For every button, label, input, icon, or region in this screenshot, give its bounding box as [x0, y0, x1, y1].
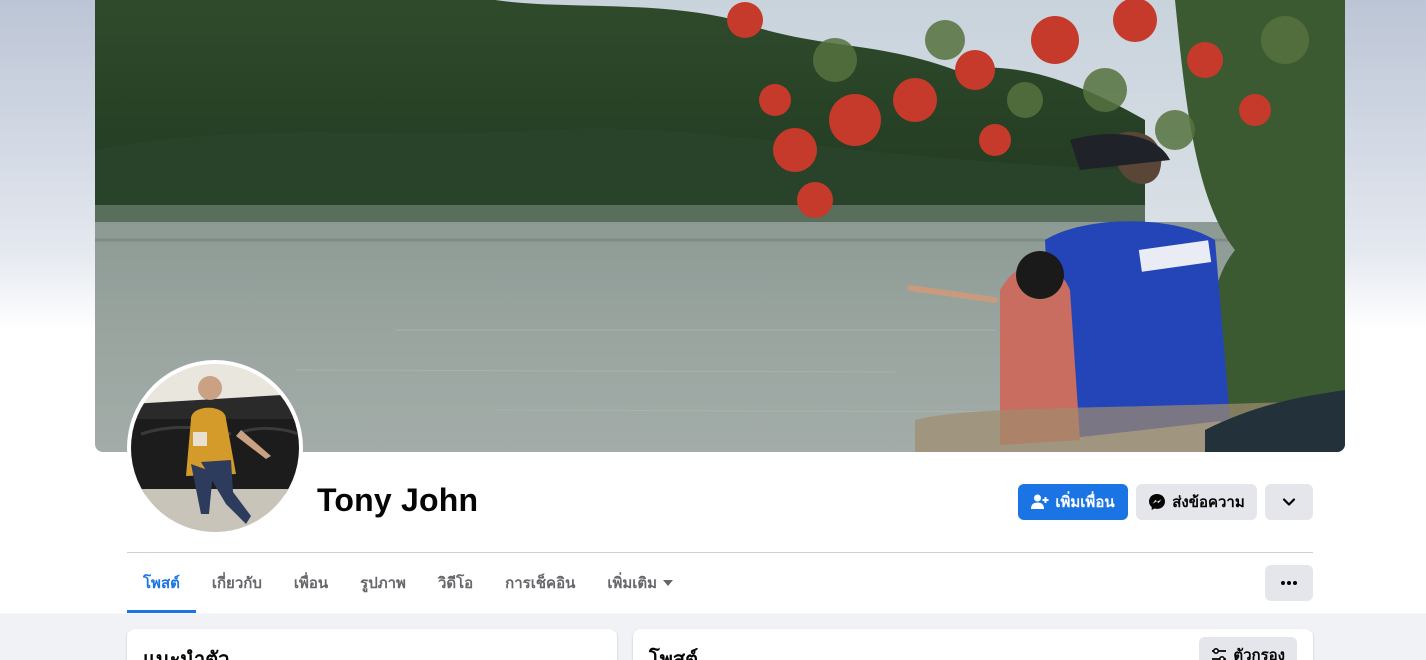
filter-label: ตัวกรอง [1233, 647, 1285, 660]
message-button[interactable]: ส่งข้อความ [1136, 484, 1257, 520]
tab-label: การเช็คอิน [505, 575, 576, 592]
tab-label: เพิ่มเติม [607, 575, 658, 592]
ellipsis-icon [1281, 581, 1297, 585]
tab-label: วิดีโอ [437, 575, 474, 592]
add-person-icon [1031, 494, 1049, 509]
posts-title: โพสต์ [649, 649, 699, 660]
messenger-icon [1149, 494, 1166, 510]
intro-title: แนะนำตัว [143, 649, 230, 660]
caret-down-icon [663, 580, 674, 586]
tab-friends[interactable]: เพื่อน [278, 553, 344, 613]
cover-photo-image [95, 0, 1345, 452]
message-label: ส่งข้อความ [1172, 494, 1245, 511]
add-friend-button[interactable]: เพิ่มเพื่อน [1018, 484, 1128, 520]
filter-button[interactable]: ตัวกรอง [1199, 637, 1297, 660]
chevron-down-icon [1282, 498, 1296, 506]
profile-name: Tony John [317, 482, 479, 518]
profile-picture[interactable] [127, 360, 303, 536]
posts-card: โพสต์ ตัวกรอง [633, 629, 1313, 660]
tab-posts[interactable]: โพสต์ [127, 553, 196, 613]
tab-photos[interactable]: รูปภาพ [344, 553, 422, 613]
tab-checkins[interactable]: การเช็คอิน [489, 553, 591, 613]
profile-header: Tony John เพิ่มเพื่อน ส่งข้อความ โพสต์ เ… [0, 0, 1426, 614]
profile-tabs: โพสต์ เกี่ยวกับ เพื่อน รูปภาพ วิดีโอ การ… [127, 553, 689, 613]
tab-label: เกี่ยวกับ [211, 575, 262, 592]
tab-more[interactable]: เพิ่มเติม [591, 553, 689, 613]
tab-label: โพสต์ [143, 575, 180, 592]
intro-card: แนะนำตัว [127, 629, 617, 660]
sliders-icon [1212, 648, 1227, 660]
tab-label: เพื่อน [293, 575, 329, 592]
add-friend-label: เพิ่มเพื่อน [1055, 494, 1115, 511]
tab-videos[interactable]: วิดีโอ [422, 553, 489, 613]
tab-about[interactable]: เกี่ยวกับ [196, 553, 278, 613]
more-options-button[interactable] [1265, 484, 1313, 520]
tab-label: รูปภาพ [360, 575, 406, 592]
cover-photo[interactable] [95, 0, 1345, 452]
tab-overflow-button[interactable] [1265, 565, 1313, 601]
avatar [131, 364, 299, 532]
